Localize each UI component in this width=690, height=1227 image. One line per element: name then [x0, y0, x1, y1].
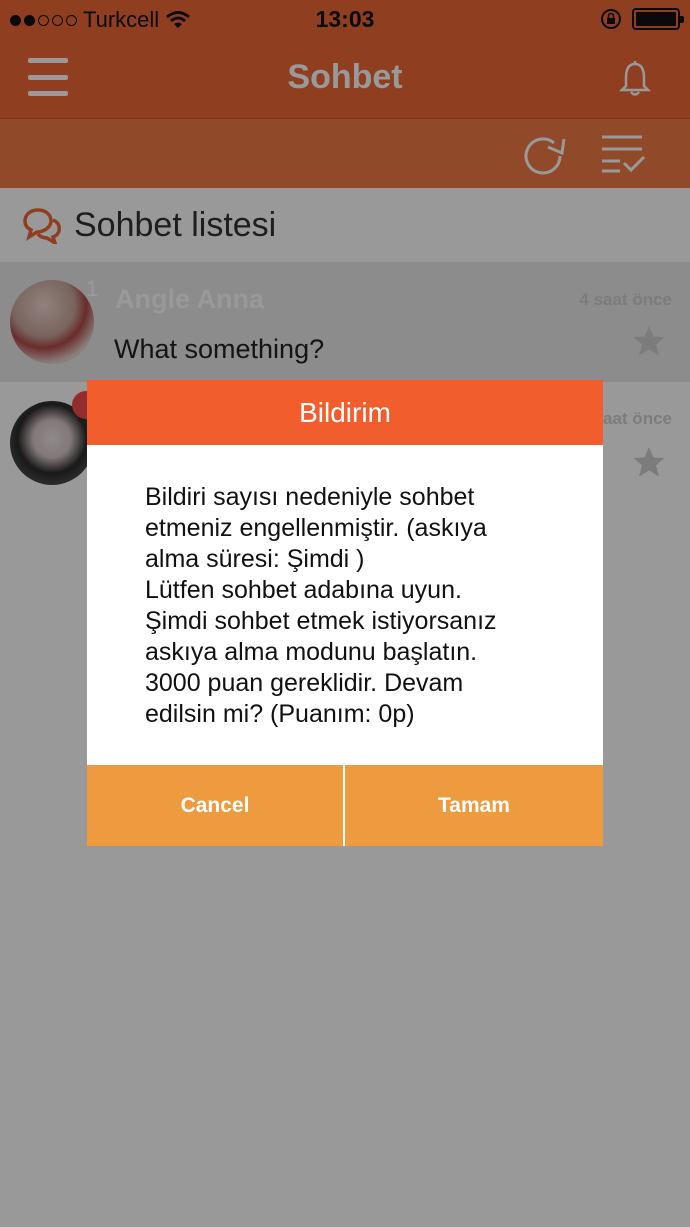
dialog-line: etmeniz engellenmiştir. (askıya	[145, 514, 487, 542]
dialog-line: Bildiri sayısı nedeniyle sohbet	[145, 483, 475, 511]
dialog-message: Bildiri sayısı nedeniyle sohbet etmeniz …	[145, 482, 575, 730]
dialog-line: Lütfen sohbet adabına uyun.	[145, 576, 462, 604]
dialog-line: edilsin mi? (Puanım: 0p)	[145, 700, 415, 728]
ok-button[interactable]: Tamam	[345, 765, 603, 846]
dialog-line: 3000 puan gereklidir. Devam	[145, 669, 464, 697]
dialog-button-bar: Cancel Tamam	[87, 765, 603, 846]
notification-dialog: Bildirim Bildiri sayısı nedeniyle sohbet…	[87, 380, 603, 846]
dialog-line: alma süresi: Şimdi )	[145, 545, 365, 573]
dialog-title: Bildirim	[87, 380, 603, 445]
dialog-line: askıya alma modunu başlatın.	[145, 638, 478, 666]
dialog-line: Şimdi sohbet etmek istiyorsanız	[145, 607, 497, 635]
cancel-button[interactable]: Cancel	[87, 765, 343, 846]
